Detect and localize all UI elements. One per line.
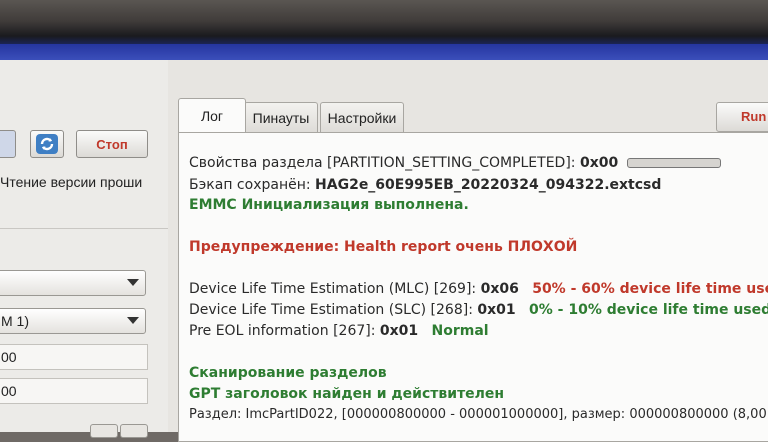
left-panel: Стоп Чтение версии проши M 1) 00 00: [0, 60, 169, 438]
tab-log[interactable]: Лог: [178, 98, 246, 132]
log-text: Device Life Time Estimation (MLC) [269]:: [189, 281, 477, 297]
log-text: Pre EOL information [267]:: [189, 323, 376, 339]
small-button-2[interactable]: [120, 424, 148, 438]
chevron-down-icon: [127, 317, 139, 324]
value-field-1[interactable]: 00: [0, 344, 148, 370]
value-field-2[interactable]: 00: [0, 378, 148, 404]
log-line: Бэкап сохранён: HAG2e_60E995EB_20220324_…: [189, 177, 661, 193]
app-window: Стоп Чтение версии проши M 1) 00 00 Лог …: [0, 60, 768, 442]
log-line-success: Сканирование разделов: [189, 365, 387, 381]
stop-button[interactable]: Стоп: [76, 130, 148, 158]
firmware-read-label: Чтение версии проши: [0, 174, 143, 190]
refresh-icon: [36, 134, 58, 154]
divider: [0, 228, 168, 229]
log-line: Device Life Time Estimation (MLC) [269]:…: [189, 281, 768, 297]
log-value: 0x06: [480, 281, 519, 297]
log-line: Pre EOL information [267]: 0x01 Normal: [189, 323, 489, 339]
refresh-button[interactable]: [30, 130, 64, 158]
window-titlebar: [0, 44, 768, 60]
tab-pinouts[interactable]: Пинауты: [244, 102, 318, 132]
log-line-success: EMMC Инициализация выполнена.: [189, 197, 469, 213]
progress-bar: [626, 158, 721, 168]
log-line: Device Life Time Estimation (SLC) [268]:…: [189, 302, 768, 318]
tab-settings[interactable]: Настройки: [320, 102, 404, 132]
small-button-1[interactable]: [90, 424, 118, 438]
log-line: Раздел: ImcPartID022, [000000800000 - 00…: [189, 407, 768, 422]
life-time-note: 50% - 60% device life time used: [532, 281, 768, 297]
log-value: 0x01: [379, 323, 419, 339]
log-text: Device Life Time Estimation (SLC) [268]:: [189, 302, 473, 318]
right-panel: Лог Пинауты Настройки Run Свойства разде…: [168, 60, 768, 442]
log-line-warning: Предупреждение: Health report очень ПЛОХ…: [189, 239, 578, 255]
mode-dropdown[interactable]: M 1): [0, 308, 146, 334]
log-value: 0x00: [579, 155, 619, 171]
log-line: Свойства раздела [PARTITION_SETTING_COMP…: [189, 155, 721, 171]
log-output[interactable]: Свойства раздела [PARTITION_SETTING_COMP…: [178, 132, 768, 442]
life-time-note: 0% - 10% device life time used: [529, 302, 768, 318]
option-dropdown[interactable]: [0, 270, 146, 296]
monitor-bezel: [0, 0, 768, 60]
eol-status: Normal: [431, 323, 489, 339]
backup-filename: HAG2e_60E995EB_20220324_094322.extcsd: [315, 177, 662, 193]
partial-button[interactable]: [0, 130, 16, 158]
log-line-success: GPT заголовок найден и действителен: [189, 386, 505, 402]
chevron-down-icon: [127, 279, 139, 286]
log-text: Свойства раздела [PARTITION_SETTING_COMP…: [189, 155, 576, 171]
mode-dropdown-value: M 1): [1, 313, 29, 329]
log-value: 0x01: [477, 302, 516, 318]
run-button[interactable]: Run: [716, 102, 768, 132]
log-text: Бэкап сохранён:: [189, 177, 311, 193]
